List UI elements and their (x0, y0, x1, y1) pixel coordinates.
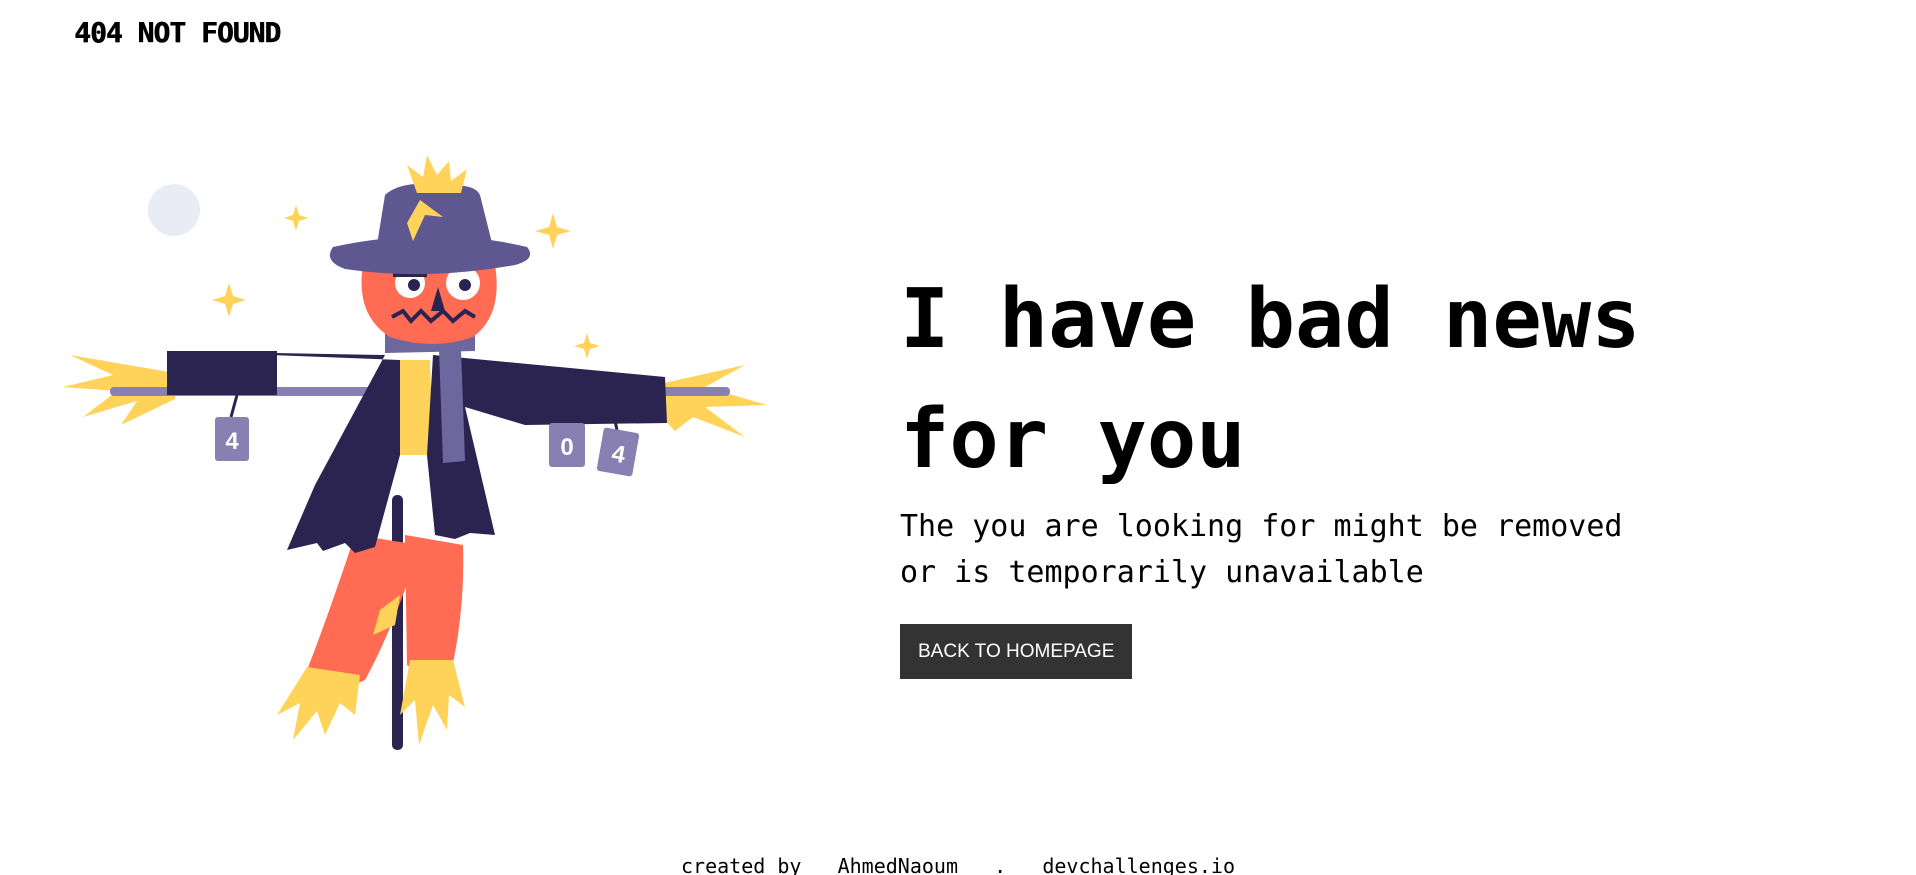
eye-right-pupil (459, 279, 471, 291)
scarf-tail (439, 349, 465, 463)
sparkle-icon (212, 283, 246, 317)
sparkle-icon (574, 333, 600, 359)
page: 404 NOT FOUND 4 0 4 I have bad news for … (0, 0, 1916, 875)
error-description: The you are looking for might be removed… (900, 509, 1623, 590)
coat-sleeve (167, 351, 277, 395)
can-string (229, 394, 239, 418)
brand-logo[interactable]: 404 NOT FOUND (74, 16, 281, 49)
back-to-homepage-button[interactable]: BACK TO HOMEPAGE (900, 624, 1133, 679)
footer-separator: . (994, 854, 1007, 875)
straw-foot-right (400, 660, 465, 745)
error-message-section: I have bad news for you The you are look… (900, 260, 1800, 679)
leg-right (405, 535, 464, 675)
straw-foot-left (277, 667, 360, 740)
footer: created by AhmedNaoum . devchallenges.io (0, 854, 1916, 875)
footer-prefix: created by (681, 854, 802, 875)
eye-left-pupil (408, 279, 420, 291)
footer-site-link[interactable]: devchallenges.io (1042, 854, 1235, 875)
page-title: I have bad news for you (900, 272, 1641, 487)
straw-hat (407, 155, 467, 193)
sparkle-icon (284, 205, 308, 231)
hat-crown (375, 183, 495, 257)
footer-author-link[interactable]: AhmedNaoum (838, 854, 958, 875)
can-label: 0 (560, 434, 573, 461)
moon-icon (148, 184, 200, 236)
sparkle-icon (535, 213, 571, 249)
scarecrow-illustration: 4 0 4 (63, 155, 767, 750)
straw-right (655, 365, 767, 437)
can-label: 4 (225, 428, 239, 455)
shirt (395, 360, 433, 455)
